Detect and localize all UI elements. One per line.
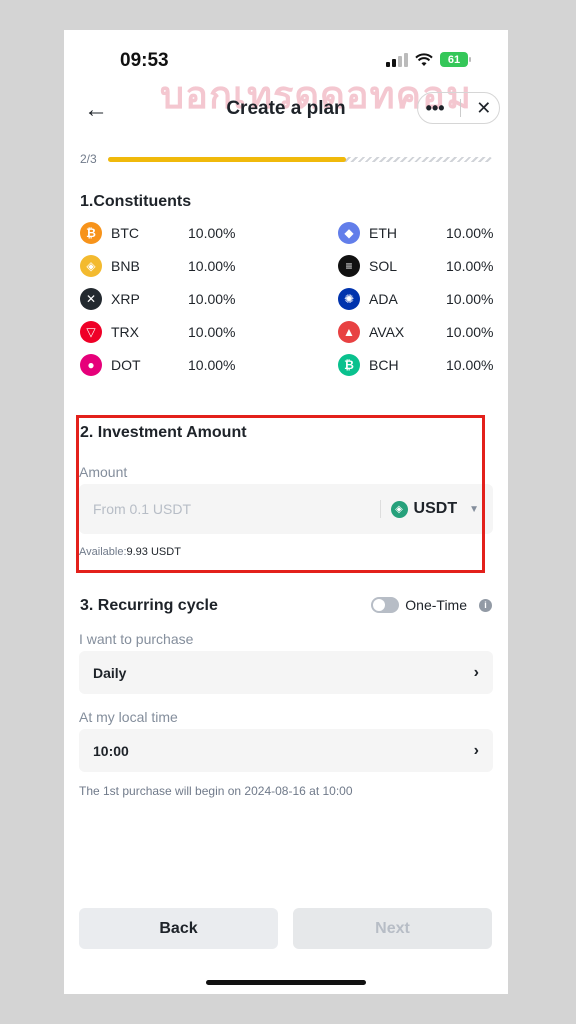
info-icon[interactable]: i — [479, 598, 492, 612]
coin-symbol: TRX — [111, 324, 139, 340]
bnb-icon: ◈ — [80, 255, 102, 277]
frequency-value: Daily — [93, 664, 127, 681]
one-time-toggle[interactable] — [371, 597, 400, 613]
more-icon[interactable]: ••• — [426, 98, 445, 119]
coin-percentage: 10.00% — [446, 291, 494, 307]
step-indicator: 2/3 — [80, 152, 97, 166]
coin-row-bnb: ◈ BNB 10.00% — [80, 255, 338, 277]
mini-program-capsule: ••• ✕ — [417, 92, 500, 124]
sol-icon: ≡ — [338, 255, 360, 277]
coin-symbol: BTC — [111, 225, 139, 241]
coin-symbol: BCH — [369, 357, 399, 373]
chevron-right-icon: › — [473, 741, 479, 759]
time-value: 10:00 — [93, 742, 129, 759]
bch-icon: ₿ — [338, 354, 360, 376]
constituents-title: 1.Constituents — [80, 193, 192, 210]
recurring-title: 3. Recurring cycle — [80, 597, 218, 614]
coin-symbol: DOT — [111, 357, 141, 373]
coin-percentage: 10.00% — [446, 324, 494, 340]
coin-percentage: 10.00% — [188, 357, 236, 373]
capsule-divider — [459, 99, 461, 117]
coin-symbol: ETH — [369, 225, 397, 241]
coin-percentage: 10.00% — [188, 291, 236, 307]
close-icon[interactable]: ✕ — [476, 98, 491, 119]
time-label: At my local time — [79, 709, 178, 725]
frequency-select[interactable]: Daily › — [79, 651, 493, 694]
avax-icon: ▲ — [338, 321, 360, 343]
coin-row-sol: ≡ SOL 10.00% — [338, 255, 494, 277]
coin-percentage: 10.00% — [188, 225, 236, 241]
time-select[interactable]: 10:00 › — [79, 729, 493, 772]
progress-bar — [108, 157, 492, 162]
coin-row-xrp: ✕ XRP 10.00% — [80, 288, 338, 310]
one-time-toggle-group: One-Time i — [371, 597, 492, 613]
next-button[interactable]: Next — [293, 908, 492, 949]
ada-icon: ✺ — [338, 288, 360, 310]
coin-percentage: 10.00% — [446, 357, 494, 373]
btc-icon: ₿ — [80, 222, 102, 244]
back-button[interactable]: Back — [79, 908, 278, 949]
chevron-right-icon: › — [473, 663, 479, 681]
first-purchase-note: The 1st purchase will begin on 2024-08-1… — [79, 784, 353, 798]
home-indicator — [206, 980, 366, 985]
coin-percentage: 10.00% — [446, 225, 494, 241]
coin-symbol: XRP — [111, 291, 140, 307]
trx-icon: ▽ — [80, 321, 102, 343]
coin-symbol: BNB — [111, 258, 140, 274]
coin-row-eth: ◆ ETH 10.00% — [338, 222, 494, 244]
coin-percentage: 10.00% — [446, 258, 494, 274]
highlight-box — [76, 415, 485, 573]
coin-row-dot: ● DOT 10.00% — [80, 354, 338, 376]
coin-symbol: SOL — [369, 258, 398, 274]
coin-percentage: 10.00% — [188, 258, 236, 274]
coin-percentage: 10.00% — [188, 324, 236, 340]
xrp-icon: ✕ — [80, 288, 102, 310]
progress-fill — [108, 157, 347, 162]
coin-symbol: AVAX — [369, 324, 405, 340]
coin-row-ada: ✺ ADA 10.00% — [338, 288, 494, 310]
one-time-label: One-Time — [405, 597, 467, 613]
purchase-label: I want to purchase — [79, 631, 194, 647]
eth-icon: ◆ — [338, 222, 360, 244]
coin-symbol: ADA — [369, 291, 398, 307]
coin-row-avax: ▲ AVAX 10.00% — [338, 321, 494, 343]
phone-screen: 09:53 61 บอกเทรดดอทคอม ← Create a plan •… — [64, 30, 508, 994]
coin-row-trx: ▽ TRX 10.00% — [80, 321, 338, 343]
dot-icon: ● — [80, 354, 102, 376]
coin-row-btc: ₿ BTC 10.00% — [80, 222, 338, 244]
coin-row-bch: ₿ BCH 10.00% — [338, 354, 494, 376]
constituents-list: ₿ BTC 10.00% ◆ ETH 10.00% ◈ BNB 10.00% ≡ SOL 10.00%… — [80, 222, 494, 376]
